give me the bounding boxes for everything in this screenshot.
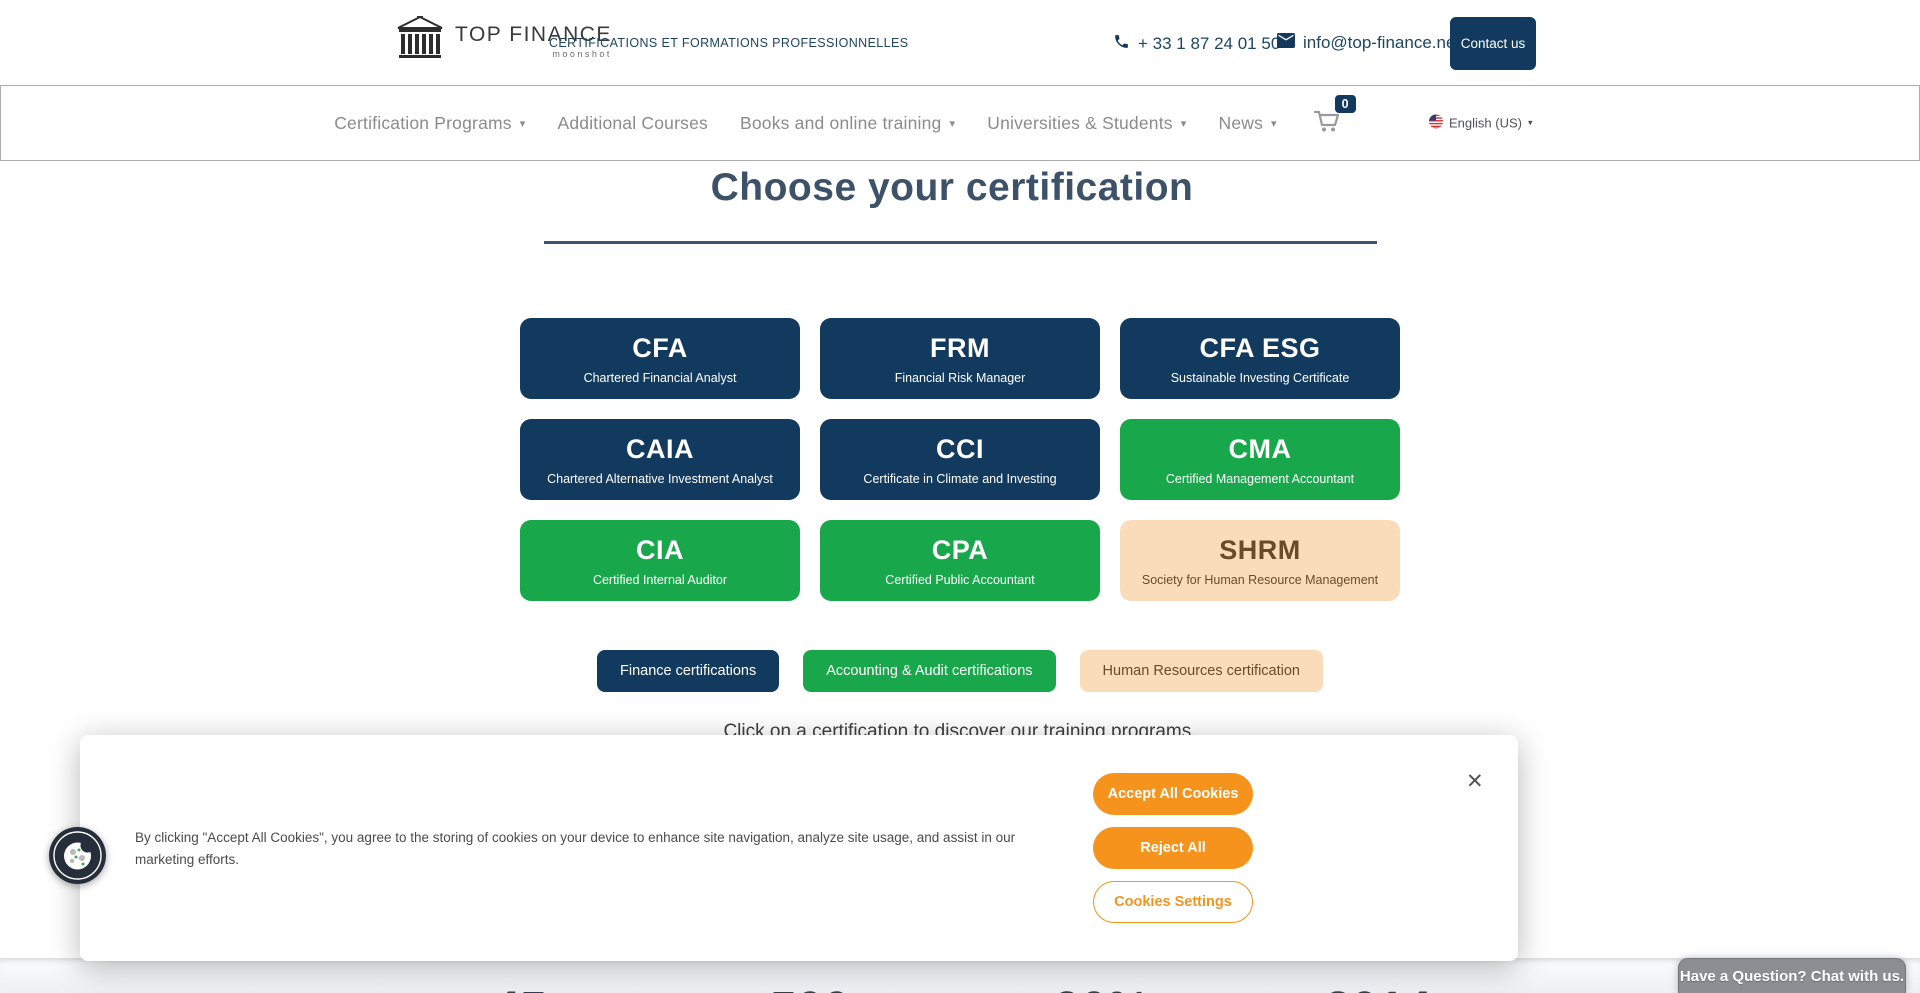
header-phone-link[interactable]: + 33 1 87 24 01 50 — [1113, 33, 1280, 55]
nav-item-universities-students[interactable]: Universities & Students ▾ — [987, 113, 1186, 134]
card-acronym: CFA — [632, 333, 688, 364]
language-selector[interactable]: English (US) ▾ — [1429, 115, 1533, 132]
card-acronym: SHRM — [1219, 535, 1301, 566]
stat-value: 90% — [1054, 982, 1150, 993]
card-acronym: CIA — [636, 535, 684, 566]
card-cpa[interactable]: CPA Certified Public Accountant — [820, 520, 1100, 601]
contact-us-button[interactable]: Contact us — [1450, 17, 1536, 70]
nav-item-label: News — [1218, 113, 1263, 134]
language-label: English (US) — [1449, 116, 1522, 131]
stats-section: 45 500 90% 2014 — [0, 958, 1920, 993]
category-filters: Finance certifications Accounting & Audi… — [0, 650, 1920, 692]
card-acronym: CCI — [936, 434, 984, 465]
nav-item-additional-courses[interactable]: Additional Courses — [557, 113, 708, 134]
nav-item-label: Books and online training — [740, 113, 942, 134]
nav-item-news[interactable]: News ▾ — [1218, 113, 1276, 134]
certification-grid: CFA Chartered Financial Analyst FRM Fina… — [520, 318, 1400, 601]
nav-item-label: Universities & Students — [987, 113, 1173, 134]
phone-icon — [1113, 33, 1130, 55]
close-icon[interactable]: ✕ — [1466, 769, 1484, 794]
card-name: Certified Management Accountant — [1166, 472, 1354, 486]
stat-value: 2014 — [1325, 982, 1432, 993]
card-name: Chartered Alternative Investment Analyst — [547, 472, 773, 486]
nav-item-books-online-training[interactable]: Books and online training ▾ — [740, 113, 955, 134]
top-header: TOP FINANCE moonshot CERTIFICATIONS ET F… — [0, 0, 1920, 85]
card-cma[interactable]: CMA Certified Management Accountant — [1120, 419, 1400, 500]
cookie-buttons: Accept All Cookies Reject All Cookies Se… — [1093, 773, 1253, 923]
header-phone-number: + 33 1 87 24 01 50 — [1138, 34, 1280, 54]
card-name: Sustainable Investing Certificate — [1171, 371, 1350, 385]
filter-finance-button[interactable]: Finance certifications — [597, 650, 779, 692]
card-cci[interactable]: CCI Certificate in Climate and Investing — [820, 419, 1100, 500]
nav-item-label: Additional Courses — [557, 113, 708, 134]
card-name: Certified Internal Auditor — [593, 573, 727, 587]
card-name: Certified Public Accountant — [885, 573, 1034, 587]
chevron-down-icon: ▾ — [520, 117, 526, 130]
mail-icon — [1277, 33, 1295, 53]
header-email-address: info@top-finance.net — [1303, 33, 1460, 53]
chevron-down-icon: ▾ — [1181, 117, 1187, 130]
site-subtitle: CERTIFICATIONS ET FORMATIONS PROFESSIONN… — [549, 36, 909, 50]
card-cia[interactable]: CIA Certified Internal Auditor — [520, 520, 800, 601]
title-divider — [544, 241, 1377, 244]
chevron-down-icon: ▾ — [1271, 117, 1277, 130]
nav-items: Certification Programs ▾ Additional Cour… — [1, 86, 1673, 160]
cart-button[interactable]: 0 — [1313, 109, 1340, 138]
stat-value: 500 — [770, 982, 850, 993]
logo-tagline: moonshot — [552, 49, 612, 59]
card-acronym: CPA — [932, 535, 989, 566]
cart-count-badge: 0 — [1335, 95, 1356, 113]
cookie-message: By clicking "Accept All Cookies", you ag… — [135, 827, 1040, 870]
nav-item-certification-programs[interactable]: Certification Programs ▾ — [334, 113, 525, 134]
chat-launcher[interactable]: Have a Question? Chat with us. — [1678, 958, 1906, 993]
card-cfa-esg[interactable]: CFA ESG Sustainable Investing Certificat… — [1120, 318, 1400, 399]
card-name: Society for Human Resource Management — [1142, 573, 1378, 587]
cookie-preferences-button[interactable] — [49, 827, 106, 884]
cart-icon — [1313, 117, 1340, 137]
card-acronym: CAIA — [626, 434, 694, 465]
nav-item-label: Certification Programs — [334, 113, 512, 134]
bank-building-icon — [394, 16, 446, 65]
accept-all-cookies-button[interactable]: Accept All Cookies — [1093, 773, 1253, 815]
cookie-consent-banner: ✕ By clicking "Accept All Cookies", you … — [80, 735, 1518, 961]
card-name: Certificate in Climate and Investing — [863, 472, 1056, 486]
chevron-down-icon: ▾ — [1528, 118, 1533, 129]
main-nav: Certification Programs ▾ Additional Cour… — [0, 85, 1920, 161]
card-caia[interactable]: CAIA Chartered Alternative Investment An… — [520, 419, 800, 500]
chevron-down-icon: ▾ — [950, 117, 956, 130]
card-name: Financial Risk Manager — [895, 371, 1026, 385]
card-shrm[interactable]: SHRM Society for Human Resource Manageme… — [1120, 520, 1400, 601]
card-acronym: FRM — [930, 333, 990, 364]
card-acronym: CFA ESG — [1199, 333, 1320, 364]
page-title: Choose your certification — [0, 166, 1904, 210]
reject-all-button[interactable]: Reject All — [1093, 827, 1253, 869]
filter-accounting-audit-button[interactable]: Accounting & Audit certifications — [803, 650, 1055, 692]
card-acronym: CMA — [1229, 434, 1292, 465]
card-frm[interactable]: FRM Financial Risk Manager — [820, 318, 1100, 399]
cookies-settings-button[interactable]: Cookies Settings — [1093, 881, 1253, 923]
cookie-icon — [49, 871, 106, 888]
header-email-link[interactable]: info@top-finance.net — [1277, 33, 1460, 53]
card-cfa[interactable]: CFA Chartered Financial Analyst — [520, 318, 800, 399]
us-flag-icon — [1429, 115, 1443, 132]
card-name: Chartered Financial Analyst — [584, 371, 737, 385]
chat-launcher-label: Have a Question? Chat with us. — [1680, 968, 1904, 985]
stat-value: 45 — [493, 982, 546, 993]
page: TOP FINANCE moonshot CERTIFICATIONS ET F… — [0, 0, 1920, 993]
filter-human-resources-button[interactable]: Human Resources certification — [1080, 650, 1323, 692]
